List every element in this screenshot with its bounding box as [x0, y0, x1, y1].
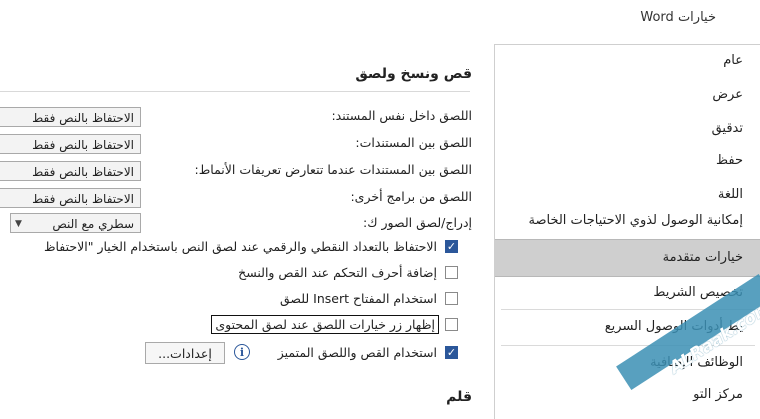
paste-style-conflict-value: الاحتفاظ بالنص فقط [32, 165, 134, 179]
nav-item-language[interactable]: اللغة [718, 187, 743, 202]
window-title: خيارات Word [640, 10, 716, 25]
keep-bullets-label: الاحتفاظ بالتعداد النقطي والرقمي عند لصق… [43, 238, 437, 254]
paste-other-programs-value: الاحتفاظ بالنص فقط [32, 192, 134, 206]
paste-between-documents-select[interactable]: الاحتفاظ بالنص فقط [0, 134, 141, 154]
keep-bullets-checkbox-row[interactable]: ✓ الاحتفاظ بالتعداد النقطي والرقمي عند ل… [44, 237, 458, 255]
paste-between-documents-label: اللصق بين المستندات: [355, 135, 472, 150]
nav-item-advanced[interactable]: خيارات متقدمة [495, 239, 760, 277]
smart-cut-checkbox-row[interactable]: إضافة أحرف التحكم عند القص والنسخ [238, 263, 458, 281]
paste-between-documents-value: الاحتفاظ بالنص فقط [32, 138, 134, 152]
insert-images-label: إدراج/لصق الصور ك: [363, 215, 472, 230]
keep-bullets-checkbox[interactable]: ✓ [445, 239, 458, 253]
paste-within-document-select[interactable]: الاحتفاظ بالنص فقط [0, 107, 141, 127]
info-icon[interactable]: i [234, 344, 250, 360]
paste-style-conflict-select[interactable]: الاحتفاظ بالنص فقط [0, 161, 141, 181]
chevron-down-icon: ▼ [15, 219, 22, 229]
paste-within-document-value: الاحتفاظ بالنص فقط [32, 111, 134, 125]
show-paste-options-label: إظهار زر خيارات اللصق عند لصق المحتوى [211, 314, 439, 334]
smart-cut-paste-label: استخدام القص واللصق المتميز [277, 344, 437, 360]
nav-item-accessibility[interactable]: إمكانية الوصول لذوي الاحتياجات الخاصة [528, 213, 743, 228]
section-title-cut-copy-paste: قص ونسخ ولصق [355, 66, 472, 82]
paste-other-programs-select[interactable]: الاحتفاظ بالنص فقط [0, 188, 141, 208]
insert-key-paste-label: استخدام المفتاح Insert للصق [279, 290, 437, 306]
nav-item-trust-center[interactable]: مركز التو [693, 387, 743, 402]
smart-cut-checkbox[interactable] [445, 265, 458, 279]
nav-item-proofing[interactable]: تدقيق [712, 121, 743, 136]
show-paste-options-checkbox-row[interactable]: إظهار زر خيارات اللصق عند لصق المحتوى [211, 314, 458, 334]
insert-key-paste-checkbox[interactable] [445, 291, 458, 305]
paste-other-programs-label: اللصق من برامج أخرى: [350, 189, 472, 204]
insert-key-paste-checkbox-row[interactable]: استخدام المفتاح Insert للصق [280, 289, 458, 307]
smart-cut-paste-checkbox[interactable]: ✓ [445, 345, 458, 359]
nav-item-save[interactable]: حفظ [716, 153, 743, 168]
nav-item-general[interactable]: عام [723, 53, 743, 68]
smart-cut-label: إضافة أحرف التحكم عند القص والنسخ [238, 264, 437, 280]
paste-style-conflict-label: اللصق بين المستندات عندما تتعارض تعريفات… [194, 162, 472, 177]
nav-item-display[interactable]: عرض [712, 87, 743, 102]
show-paste-options-checkbox[interactable] [445, 317, 458, 331]
paste-within-document-label: اللصق داخل نفس المستند: [331, 108, 472, 123]
insert-images-select[interactable]: ▼ سطري مع النص [10, 213, 141, 233]
insert-images-value: سطري مع النص [52, 217, 134, 231]
section-title-pen: قلم [446, 389, 472, 405]
section-divider [0, 91, 470, 92]
smart-cut-paste-checkbox-row[interactable]: ✓ استخدام القص واللصق المتميز [278, 343, 458, 361]
settings-button[interactable]: إعدادات... [145, 342, 225, 364]
